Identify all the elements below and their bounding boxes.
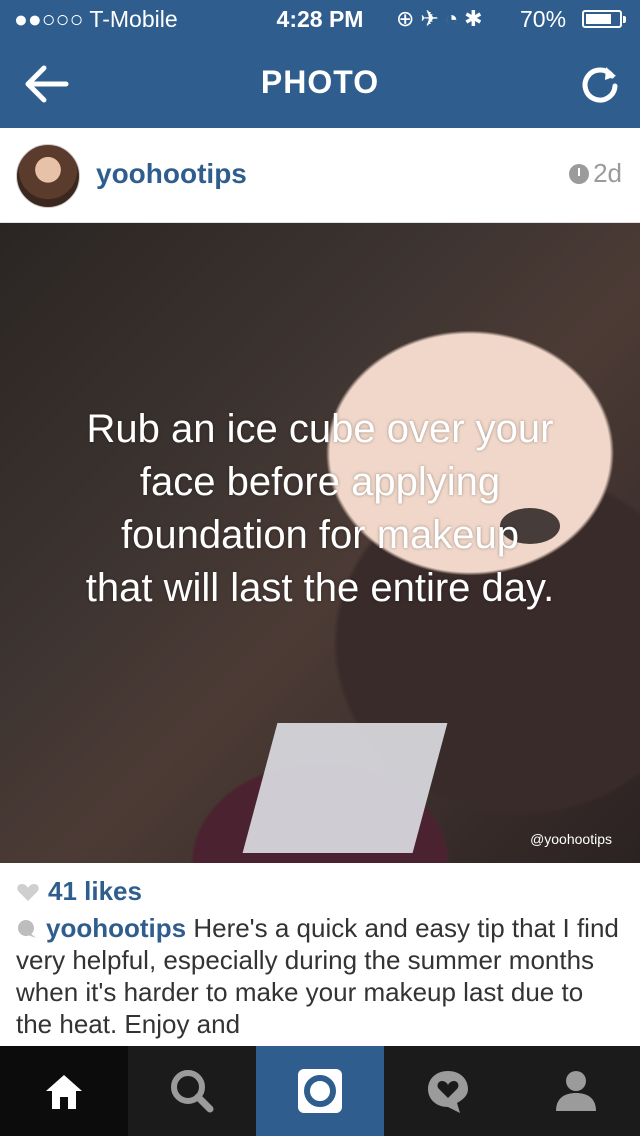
top-bar: ●●○○○ T-Mobile 4:28 PM ⊕✈◔✱ 70% PHOTO	[0, 0, 640, 128]
photo-watermark-handle: @yoohootips	[530, 831, 612, 847]
camera-icon	[298, 1069, 342, 1113]
photo-collar	[242, 723, 448, 853]
overlay-line-1: Rub an ice cube over your	[86, 407, 554, 451]
tab-search[interactable]	[128, 1046, 256, 1136]
tab-profile[interactable]	[512, 1046, 640, 1136]
home-icon	[46, 1075, 82, 1109]
clock-icon	[569, 164, 590, 184]
post-photo[interactable]: Rub an ice cube over your face before ap…	[0, 223, 640, 863]
heart-icon	[17, 884, 39, 901]
photo-overlay-text: Rub an ice cube over your face before ap…	[0, 403, 640, 615]
post-time: 2d	[569, 158, 622, 189]
battery-icon	[582, 10, 626, 28]
likes-count: 41 likes	[48, 876, 142, 906]
caption-username[interactable]: yoohootips	[46, 913, 186, 943]
battery-percent: 70%	[520, 6, 567, 32]
profile-icon	[556, 1071, 596, 1111]
post-header: yoohootips 2d	[0, 128, 640, 223]
status-icons: ⊕✈◔✱	[396, 6, 489, 31]
tab-camera[interactable]	[256, 1046, 384, 1136]
tab-home[interactable]	[0, 1046, 128, 1136]
status-bar: ●●○○○ T-Mobile 4:28 PM ⊕✈◔✱ 70%	[0, 0, 640, 40]
comment-icon	[18, 920, 36, 938]
search-icon	[171, 1070, 214, 1113]
overlay-line-2: face before applying	[139, 460, 501, 504]
tab-bar	[0, 1046, 640, 1136]
caption: yoohootips Here's a quick and easy tip t…	[16, 912, 626, 1040]
post-username[interactable]: yoohootips	[96, 158, 247, 190]
refresh-icon[interactable]	[578, 62, 622, 106]
time-ago-label: 2d	[593, 158, 622, 188]
tab-activity[interactable]	[384, 1046, 512, 1136]
flourish-ornament	[100, 853, 530, 863]
overlay-line-3: foundation for makeup	[120, 513, 520, 557]
avatar[interactable]	[16, 144, 80, 208]
nav-bar: PHOTO	[0, 40, 640, 128]
likes-row[interactable]: 41 likes	[16, 876, 142, 907]
activity-icon	[428, 1071, 468, 1113]
page-title: PHOTO	[260, 64, 380, 100]
overlay-line-4: that will last the entire day.	[85, 566, 555, 610]
